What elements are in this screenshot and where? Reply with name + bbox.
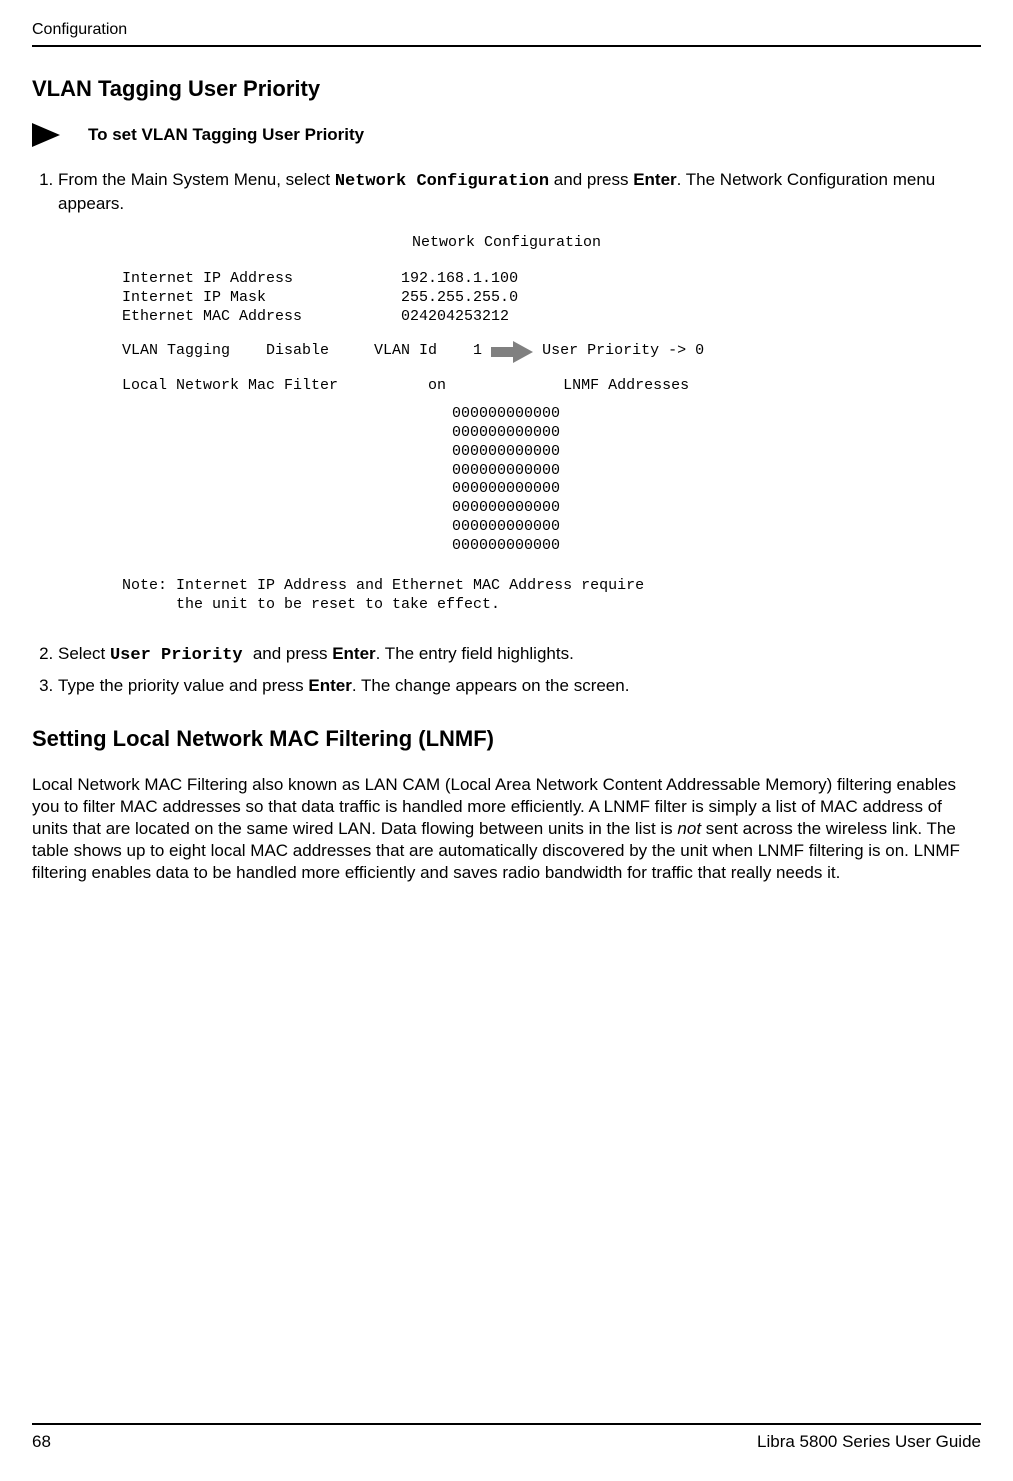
screenshot-note: Note: Internet IP Address and Ethernet M… bbox=[122, 577, 981, 615]
lnmf-paragraph: Local Network MAC Filtering also known a… bbox=[32, 774, 981, 884]
step1-text-b: and press bbox=[549, 170, 633, 189]
step2-text-b: and press bbox=[253, 644, 332, 663]
procedure-title: To set VLAN Tagging User Priority bbox=[88, 124, 364, 146]
lnmf-line: Local Network Mac Filter on LNMF Address… bbox=[122, 377, 981, 396]
lnmf-addr: 000000000000 bbox=[452, 537, 981, 556]
lnmf-addr: 000000000000 bbox=[452, 499, 981, 518]
screenshot-block1: Internet IP Address 192.168.1.100 Intern… bbox=[122, 270, 981, 326]
pointer-arrow-icon bbox=[491, 341, 533, 363]
lnmf-addr: 000000000000 bbox=[452, 518, 981, 537]
ss-line: Internet IP Mask 255.255.255.0 bbox=[122, 289, 981, 308]
lnmf-addresses: 000000000000 000000000000 000000000000 0… bbox=[452, 405, 981, 555]
lnmf-addr: 000000000000 bbox=[452, 480, 981, 499]
step2-bold: Enter bbox=[332, 644, 375, 663]
note-line1: Note: Internet IP Address and Ethernet M… bbox=[122, 577, 981, 596]
step2-text-c: . The entry field highlights. bbox=[376, 644, 574, 663]
page-number: 68 bbox=[32, 1431, 51, 1453]
steps-list-2: Select User Priority and press Enter. Th… bbox=[32, 643, 981, 697]
header-rule bbox=[32, 45, 981, 47]
lnmf-addr: 000000000000 bbox=[452, 424, 981, 443]
terminal-screenshot: Network Configuration Internet IP Addres… bbox=[122, 234, 981, 615]
step3-text-a: Type the priority value and press bbox=[58, 676, 308, 695]
para-italic: not bbox=[677, 819, 701, 838]
lnmf-addr: 000000000000 bbox=[452, 462, 981, 481]
step3-bold: Enter bbox=[308, 676, 351, 695]
ss-line: Ethernet MAC Address 024204253212 bbox=[122, 308, 981, 327]
lnmf-addr: 000000000000 bbox=[452, 443, 981, 462]
procedure-heading-row: To set VLAN Tagging User Priority bbox=[32, 123, 981, 147]
step-1: From the Main System Menu, select Networ… bbox=[58, 169, 981, 215]
step2-text-a: Select bbox=[58, 644, 110, 663]
lnmf-addr: 000000000000 bbox=[452, 405, 981, 424]
vlan-left: VLAN Tagging Disable VLAN Id 1 bbox=[122, 342, 491, 361]
step1-bold: Enter bbox=[633, 170, 676, 189]
page-footer: 68 Libra 5800 Series User Guide bbox=[32, 1423, 981, 1453]
step-2: Select User Priority and press Enter. Th… bbox=[58, 643, 981, 667]
vlan-right: User Priority -> 0 bbox=[533, 342, 704, 361]
steps-list-1: From the Main System Menu, select Networ… bbox=[32, 169, 981, 215]
section-title-vlan: VLAN Tagging User Priority bbox=[32, 75, 981, 104]
step2-mono: User Priority bbox=[110, 646, 253, 665]
running-header: Configuration bbox=[32, 20, 981, 41]
section-title-lnmf: Setting Local Network MAC Filtering (LNM… bbox=[32, 725, 981, 754]
step3-text-b: . The change appears on the screen. bbox=[352, 676, 630, 695]
ss-line: Internet IP Address 192.168.1.100 bbox=[122, 270, 981, 289]
procedure-arrow-icon bbox=[32, 123, 60, 147]
book-title: Libra 5800 Series User Guide bbox=[757, 1431, 981, 1453]
step1-mono: Network Configuration bbox=[335, 172, 549, 191]
step-3: Type the priority value and press Enter.… bbox=[58, 675, 981, 697]
vlan-line: VLAN Tagging Disable VLAN Id 1 User Prio… bbox=[122, 341, 981, 363]
footer-rule bbox=[32, 1423, 981, 1425]
step1-text-a: From the Main System Menu, select bbox=[58, 170, 335, 189]
note-line2: the unit to be reset to take effect. bbox=[122, 596, 981, 615]
screenshot-title: Network Configuration bbox=[32, 234, 981, 253]
